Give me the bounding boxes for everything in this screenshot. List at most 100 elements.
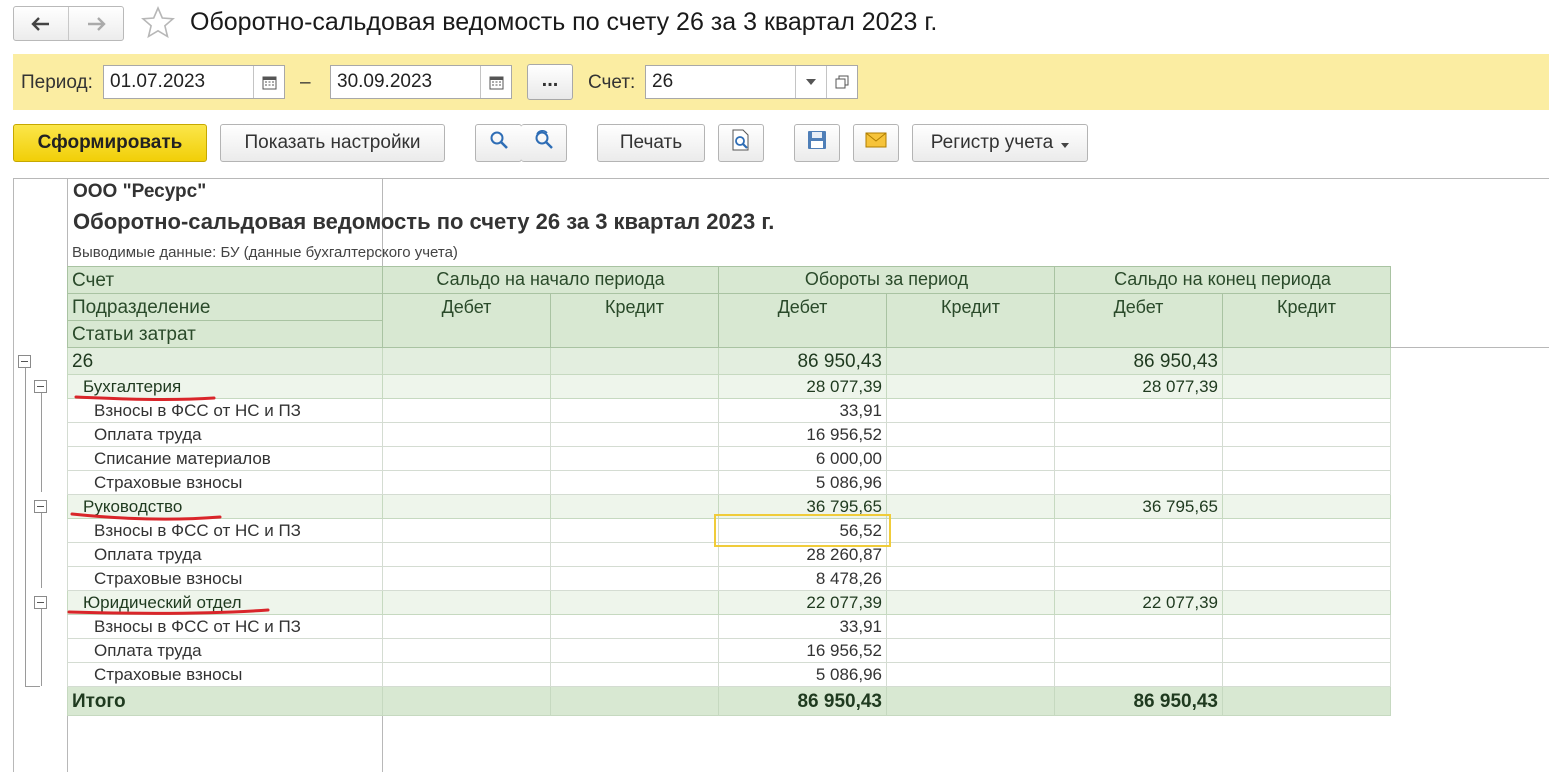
turnover-debit-cell[interactable]: 8 478,26 bbox=[718, 567, 882, 591]
closing-debit-cell[interactable] bbox=[1054, 399, 1218, 423]
tree-guide-line bbox=[41, 512, 42, 588]
column-divider bbox=[886, 423, 887, 447]
closing-debit-cell[interactable]: 86 950,43 bbox=[1054, 687, 1218, 716]
header-closing-balance: Сальдо на конец периода bbox=[1114, 269, 1331, 289]
column-divider bbox=[550, 591, 551, 615]
closing-debit-cell[interactable] bbox=[1054, 519, 1218, 543]
column-divider bbox=[1390, 471, 1391, 495]
column-divider bbox=[382, 447, 383, 471]
column-divider bbox=[886, 663, 887, 687]
column-divider bbox=[382, 639, 383, 663]
collapse-toggle-icon[interactable] bbox=[34, 380, 47, 393]
collapse-toggle-icon[interactable] bbox=[18, 355, 31, 368]
red-underline-rukovodstvo bbox=[70, 512, 222, 521]
column-divider bbox=[886, 687, 887, 716]
column-divider bbox=[382, 615, 383, 639]
period-select-button[interactable]: ... bbox=[527, 64, 573, 100]
collapse-toggle-icon[interactable] bbox=[34, 500, 47, 513]
tree-guide-line bbox=[41, 608, 42, 686]
turnover-debit-cell[interactable]: 6 000,00 bbox=[718, 447, 882, 471]
header-turnover: Обороты за период bbox=[804, 269, 969, 289]
cost-item-cell: Оплата труда bbox=[94, 641, 202, 660]
account-cell: 26 bbox=[72, 351, 94, 372]
forward-arrow-icon[interactable] bbox=[68, 7, 123, 40]
closing-debit-cell[interactable] bbox=[1054, 471, 1218, 495]
red-underline-yuridicheskiy bbox=[67, 608, 270, 615]
preview-button[interactable] bbox=[718, 124, 764, 162]
turnover-debit-cell[interactable]: 28 077,39 bbox=[718, 375, 882, 399]
open-icon[interactable] bbox=[826, 66, 857, 98]
header-divider bbox=[67, 320, 383, 321]
column-divider bbox=[1390, 423, 1391, 447]
search-icon bbox=[489, 130, 509, 156]
closing-debit-cell[interactable] bbox=[1054, 447, 1218, 471]
column-divider bbox=[1222, 615, 1223, 639]
date-from-input[interactable] bbox=[104, 66, 253, 98]
favorite-star-icon[interactable] bbox=[140, 5, 176, 41]
header-department: Подразделение bbox=[72, 297, 211, 318]
closing-debit-cell[interactable]: 22 077,39 bbox=[1054, 591, 1218, 615]
collapse-toggle-icon[interactable] bbox=[34, 596, 47, 609]
column-divider bbox=[382, 375, 383, 399]
account-input[interactable] bbox=[646, 66, 795, 98]
column-divider bbox=[550, 519, 551, 543]
turnover-debit-cell[interactable]: 5 086,96 bbox=[718, 471, 882, 495]
date-to-input[interactable] bbox=[331, 66, 480, 98]
calendar-icon[interactable] bbox=[253, 66, 284, 98]
turnover-debit-cell[interactable]: 86 950,43 bbox=[718, 348, 882, 375]
closing-debit-cell[interactable]: 36 795,65 bbox=[1054, 495, 1218, 519]
header-account: Счет bbox=[72, 270, 115, 291]
column-divider bbox=[1222, 399, 1223, 423]
column-divider bbox=[1222, 447, 1223, 471]
closing-debit-cell[interactable]: 28 077,39 bbox=[1054, 375, 1218, 399]
report-col-line bbox=[382, 713, 383, 772]
register-dropdown-button[interactable]: Регистр учета bbox=[912, 124, 1088, 162]
dropdown-arrow-icon[interactable] bbox=[795, 66, 826, 98]
column-divider bbox=[550, 348, 551, 375]
turnover-debit-cell[interactable]: 33,91 bbox=[718, 399, 882, 423]
turnover-debit-cell[interactable]: 5 086,96 bbox=[718, 663, 882, 687]
column-divider bbox=[550, 567, 551, 591]
register-label: Регистр учета bbox=[930, 132, 1054, 153]
closing-debit-cell[interactable] bbox=[1054, 423, 1218, 447]
column-divider bbox=[1390, 591, 1391, 615]
generate-button[interactable]: Сформировать bbox=[13, 124, 207, 162]
tree-guide-line bbox=[41, 392, 42, 492]
closing-debit-cell[interactable] bbox=[1054, 615, 1218, 639]
column-divider bbox=[550, 687, 551, 716]
turnover-debit-cell[interactable]: 33,91 bbox=[718, 615, 882, 639]
closing-debit-cell[interactable] bbox=[1054, 543, 1218, 567]
envelope-icon bbox=[865, 132, 887, 154]
closing-debit-cell[interactable] bbox=[1054, 567, 1218, 591]
closing-debit-cell[interactable] bbox=[1054, 663, 1218, 687]
report-left-border bbox=[13, 178, 14, 772]
print-button[interactable]: Печать bbox=[597, 124, 705, 162]
turnover-debit-cell[interactable]: 16 956,52 bbox=[718, 423, 882, 447]
calendar-icon[interactable] bbox=[480, 66, 511, 98]
column-divider bbox=[1222, 663, 1223, 687]
closing-debit-cell[interactable] bbox=[1054, 639, 1218, 663]
column-divider bbox=[550, 663, 551, 687]
turnover-debit-cell[interactable]: 22 077,39 bbox=[718, 591, 882, 615]
column-divider bbox=[382, 591, 383, 615]
header-turnover-debit: Дебет bbox=[777, 297, 828, 317]
column-divider bbox=[1222, 591, 1223, 615]
email-button[interactable] bbox=[853, 124, 899, 162]
closing-debit-cell[interactable]: 86 950,43 bbox=[1054, 348, 1218, 375]
turnover-debit-cell[interactable]: 16 956,52 bbox=[718, 639, 882, 663]
save-button[interactable] bbox=[794, 124, 840, 162]
turnover-debit-cell[interactable]: 86 950,43 bbox=[718, 687, 882, 716]
header-opening-credit: Кредит bbox=[605, 297, 664, 317]
column-divider bbox=[382, 519, 383, 543]
show-settings-button[interactable]: Показать настройки bbox=[220, 124, 445, 162]
column-divider bbox=[1390, 519, 1391, 543]
search-settings-button[interactable] bbox=[521, 124, 567, 162]
org-name: ООО "Ресурс" bbox=[73, 181, 207, 202]
column-divider bbox=[382, 543, 383, 567]
search-button[interactable] bbox=[475, 124, 522, 162]
print-preview-icon bbox=[731, 129, 751, 157]
back-arrow-icon[interactable] bbox=[14, 7, 68, 40]
column-divider bbox=[886, 375, 887, 399]
period-label: Период: bbox=[21, 72, 93, 93]
account-field bbox=[645, 65, 858, 99]
